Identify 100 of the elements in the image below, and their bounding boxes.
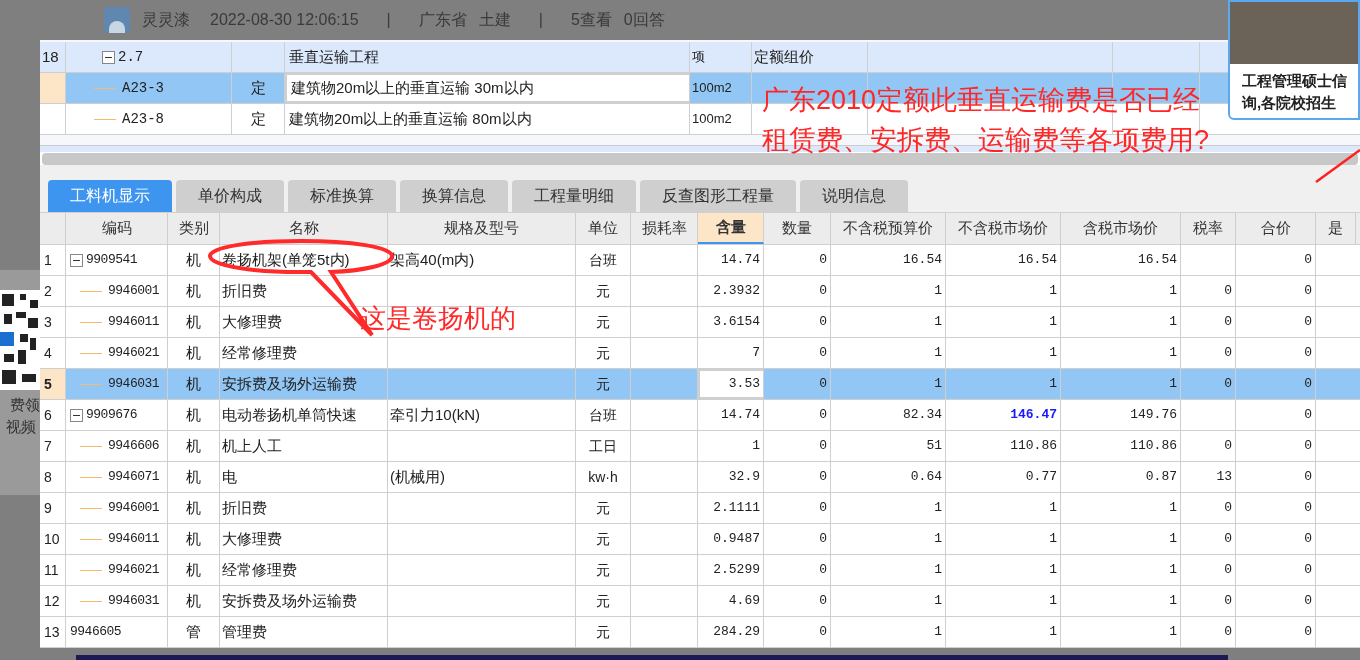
value-cell: 1 bbox=[946, 276, 1061, 306]
value-cell: 0 bbox=[1236, 617, 1316, 647]
value-cell: 0 bbox=[764, 369, 831, 399]
unit-cell: 元 bbox=[576, 369, 631, 399]
tab[interactable]: 换算信息 bbox=[400, 180, 508, 212]
value-cell: 16.54 bbox=[831, 245, 946, 275]
unit-cell: 元 bbox=[576, 555, 631, 585]
unit-cell: 100m2 bbox=[690, 104, 752, 134]
value-cell: 0 bbox=[1181, 276, 1236, 306]
value-cell: 110.86 bbox=[1061, 431, 1181, 461]
collapse-icon[interactable] bbox=[102, 50, 115, 64]
avatar-icon bbox=[104, 7, 130, 33]
column-header[interactable]: 单位 bbox=[576, 213, 631, 244]
value-cell: 0 bbox=[1236, 524, 1316, 554]
value-cell: 0 bbox=[1181, 493, 1236, 523]
value-cell: 146.47 bbox=[946, 400, 1061, 430]
value-cell: 1 bbox=[1061, 617, 1181, 647]
type-cell: 机 bbox=[168, 245, 220, 275]
separator-glyph: | bbox=[538, 10, 543, 30]
promo-text: 费领 bbox=[10, 395, 40, 415]
horizontal-scrollbar[interactable] bbox=[42, 153, 1358, 165]
collapse-icon[interactable] bbox=[70, 253, 83, 267]
code-cell-text: 9946021 bbox=[108, 344, 160, 363]
unit-cell: 元 bbox=[576, 524, 631, 554]
tab[interactable]: 标准换算 bbox=[288, 180, 396, 212]
code-cell-text: 9946011 bbox=[108, 313, 160, 332]
value-cell: 284.29 bbox=[698, 617, 764, 647]
value-cell: 1 bbox=[946, 617, 1061, 647]
value-cell[interactable]: 3.53 bbox=[698, 369, 764, 399]
value-cell: 2.5299 bbox=[698, 555, 764, 585]
name-cell[interactable]: 建筑物20m以上的垂直运输 30m以内 bbox=[285, 73, 690, 103]
unit-cell: 项 bbox=[690, 42, 752, 72]
unit-cell: kw·h bbox=[576, 462, 631, 492]
unit-cell: 元 bbox=[576, 617, 631, 647]
row-number: 13 bbox=[40, 617, 66, 647]
column-header[interactable]: 不含税市场价 bbox=[946, 213, 1061, 244]
column-header[interactable]: 数量 bbox=[764, 213, 831, 244]
unit-cell: 100m2 bbox=[690, 73, 752, 103]
value-cell: 1 bbox=[1061, 493, 1181, 523]
question-annotation: 广东2010定额此垂直运输费是否已经 bbox=[762, 84, 1202, 117]
ad-card[interactable]: 工程管理硕士信 询,各院校招生 bbox=[1228, 0, 1360, 120]
tab[interactable]: 说明信息 bbox=[800, 180, 908, 212]
column-header[interactable]: 类别 bbox=[168, 213, 220, 244]
column-header[interactable]: 是 bbox=[1316, 213, 1356, 244]
name-cell: 经常修理费 bbox=[220, 338, 388, 368]
code-cell-text: 9946021 bbox=[108, 561, 160, 580]
value-cell: 0 bbox=[1236, 338, 1316, 368]
column-header[interactable]: 不含税预算价 bbox=[831, 213, 946, 244]
row-header-cell[interactable]: 18 bbox=[40, 42, 66, 72]
question-annotation: 租赁费、安拆费、运输费等各项费用? bbox=[762, 124, 1210, 157]
name-cell: 经常修理费 bbox=[220, 555, 388, 585]
tab[interactable]: 单价构成 bbox=[176, 180, 284, 212]
column-header[interactable]: 含量 bbox=[698, 213, 764, 244]
spec-cell: 牵引力10(kN) bbox=[388, 400, 576, 430]
code-cell-text: 9946606 bbox=[108, 437, 160, 456]
column-header[interactable]: 含税市场价 bbox=[1061, 213, 1181, 244]
author-name: 灵灵漆 bbox=[142, 10, 190, 30]
tab[interactable]: 反查图形工程量 bbox=[640, 180, 796, 212]
column-header[interactable]: 税率 bbox=[1181, 213, 1236, 244]
collapse-icon[interactable] bbox=[70, 408, 83, 422]
tab[interactable]: 工程量明细 bbox=[512, 180, 636, 212]
row-header-cell[interactable] bbox=[40, 73, 66, 103]
column-header[interactable]: 合价 bbox=[1236, 213, 1316, 244]
type-cell: 管 bbox=[168, 617, 220, 647]
value-cell: 0.87 bbox=[1061, 462, 1181, 492]
value-cell: 1 bbox=[946, 338, 1061, 368]
value-cell: 2.3932 bbox=[698, 276, 764, 306]
value-cell: 1 bbox=[946, 307, 1061, 337]
post-meta-text: 5查看 bbox=[570, 10, 612, 30]
value-cell: 0 bbox=[1236, 245, 1316, 275]
value-cell: 1 bbox=[1061, 338, 1181, 368]
value-cell: 0 bbox=[764, 555, 831, 585]
name-cell: 折旧费 bbox=[220, 276, 388, 306]
column-header[interactable]: 编码 bbox=[66, 213, 168, 244]
value-cell: 13 bbox=[1181, 462, 1236, 492]
column-header[interactable]: 名称 bbox=[220, 213, 388, 244]
type-cell: 机 bbox=[168, 400, 220, 430]
type-cell: 定 bbox=[232, 104, 285, 134]
unit-cell: 元 bbox=[576, 338, 631, 368]
value-cell: 0 bbox=[1181, 431, 1236, 461]
post-meta-text: 土建 bbox=[478, 10, 511, 30]
value-cell: 1 bbox=[1061, 307, 1181, 337]
name-cell: 折旧费 bbox=[220, 493, 388, 523]
column-header[interactable]: 规格及型号 bbox=[388, 213, 576, 244]
value-cell: 32.9 bbox=[698, 462, 764, 492]
value-cell: 3.6154 bbox=[698, 307, 764, 337]
ad-headline: 工程管理硕士信 bbox=[1242, 71, 1348, 91]
code-cell-text: 9946031 bbox=[108, 375, 160, 394]
name-cell: 大修理费 bbox=[220, 524, 388, 554]
promo-text: 视频 bbox=[6, 417, 37, 437]
value-cell: 0 bbox=[1236, 493, 1316, 523]
type-cell: 机 bbox=[168, 431, 220, 461]
type-cell: 机 bbox=[168, 307, 220, 337]
code-cell-text: 9946011 bbox=[108, 530, 160, 549]
type-cell: 机 bbox=[168, 369, 220, 399]
value-cell: 1 bbox=[1061, 369, 1181, 399]
value-cell: 0 bbox=[764, 586, 831, 616]
row-number: 7 bbox=[40, 431, 66, 461]
value-cell: 0 bbox=[1236, 462, 1316, 492]
value-cell: 1 bbox=[831, 617, 946, 647]
